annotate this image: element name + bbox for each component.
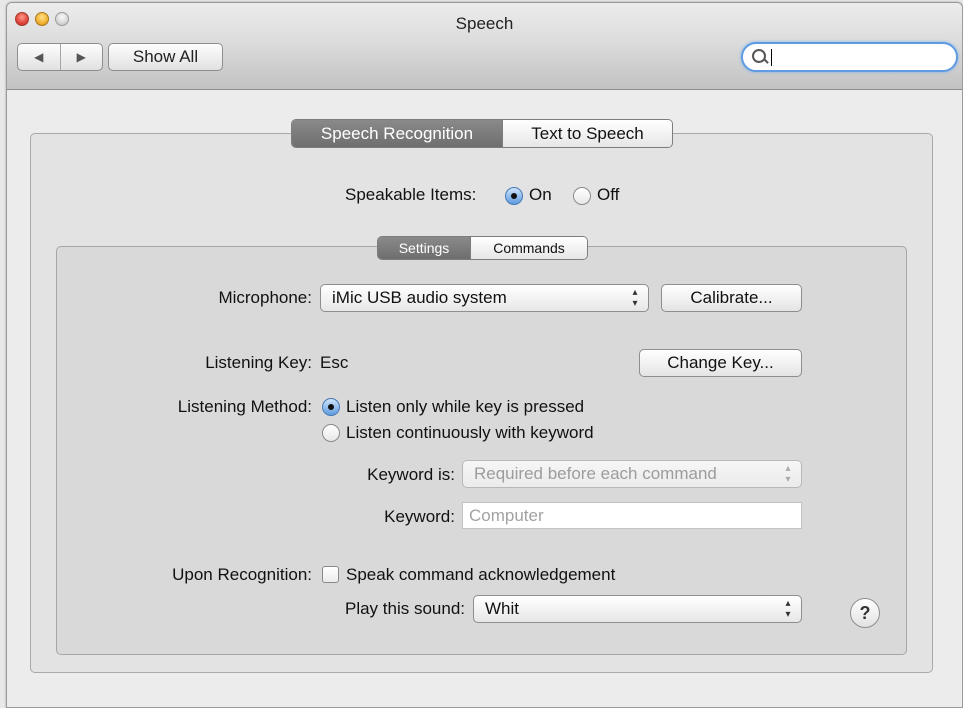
keyword-is-popup[interactable]: Required before each command ▴▾: [462, 460, 802, 488]
microphone-popup[interactable]: iMic USB audio system ▴▾: [320, 284, 649, 312]
tab-text-to-speech[interactable]: Text to Speech: [502, 120, 672, 147]
speakable-on-label[interactable]: On: [529, 185, 552, 205]
keyword-is-value: Required before each command: [474, 464, 717, 483]
listening-key-value: Esc: [320, 353, 349, 372]
speakable-off-label[interactable]: Off: [597, 185, 619, 205]
back-forward-control: ◀ ▶: [17, 43, 103, 71]
speakable-on-radio[interactable]: [505, 187, 523, 205]
speak-acknowledgement-label[interactable]: Speak command acknowledgement: [346, 565, 615, 585]
tab-speech-recognition[interactable]: Speech Recognition: [292, 120, 502, 147]
play-sound-label: Play this sound:: [344, 599, 465, 618]
listen-continuously-label[interactable]: Listen continuously with keyword: [346, 423, 594, 443]
speak-acknowledgement-checkbox[interactable]: [322, 566, 339, 583]
popup-arrows-icon: ▴▾: [785, 463, 791, 485]
keyword-label: Keyword:: [384, 507, 455, 526]
search-field[interactable]: [741, 42, 958, 72]
listening-key-label: Listening Key:: [205, 353, 312, 372]
listen-while-pressed-radio[interactable]: [322, 398, 340, 416]
show-all-button[interactable]: Show All: [108, 43, 223, 71]
toolbar: Speech ◀ ▶ Show All: [7, 3, 962, 90]
forward-button[interactable]: ▶: [59, 44, 103, 70]
listening-method-label: Listening Method:: [177, 397, 312, 416]
microphone-label: Microphone:: [218, 288, 312, 307]
microphone-value: iMic USB audio system: [332, 288, 507, 307]
back-arrow-icon: ◀: [34, 50, 44, 64]
tab-settings[interactable]: Settings: [378, 237, 470, 259]
listen-continuously-radio[interactable]: [322, 424, 340, 442]
help-button[interactable]: ?: [850, 598, 880, 628]
text-cursor: [771, 49, 772, 66]
back-button[interactable]: ◀: [18, 44, 60, 70]
calibrate-button[interactable]: Calibrate...: [661, 284, 802, 312]
main-tab-bar: Speech Recognition Text to Speech: [291, 119, 673, 148]
popup-arrows-icon: ▴▾: [632, 287, 638, 309]
sound-popup[interactable]: Whit ▴▾: [473, 595, 802, 623]
sound-value: Whit: [485, 599, 519, 618]
upon-recognition-label: Upon Recognition:: [172, 565, 312, 584]
keyword-is-label: Keyword is:: [367, 465, 455, 484]
speakable-off-radio[interactable]: [573, 187, 591, 205]
help-icon: ?: [859, 603, 871, 623]
sub-tab-bar: Settings Commands: [377, 236, 588, 260]
popup-arrows-icon: ▴▾: [785, 598, 791, 620]
window-title: Speech: [455, 14, 514, 33]
keyword-field[interactable]: Computer: [462, 502, 802, 529]
speakable-items-label: Speakable Items:: [345, 185, 477, 204]
forward-arrow-icon: ▶: [76, 50, 86, 64]
tab-commands[interactable]: Commands: [470, 237, 587, 259]
search-icon: [752, 49, 766, 63]
listen-while-pressed-label[interactable]: Listen only while key is pressed: [346, 397, 584, 417]
change-key-button[interactable]: Change Key...: [639, 349, 802, 377]
